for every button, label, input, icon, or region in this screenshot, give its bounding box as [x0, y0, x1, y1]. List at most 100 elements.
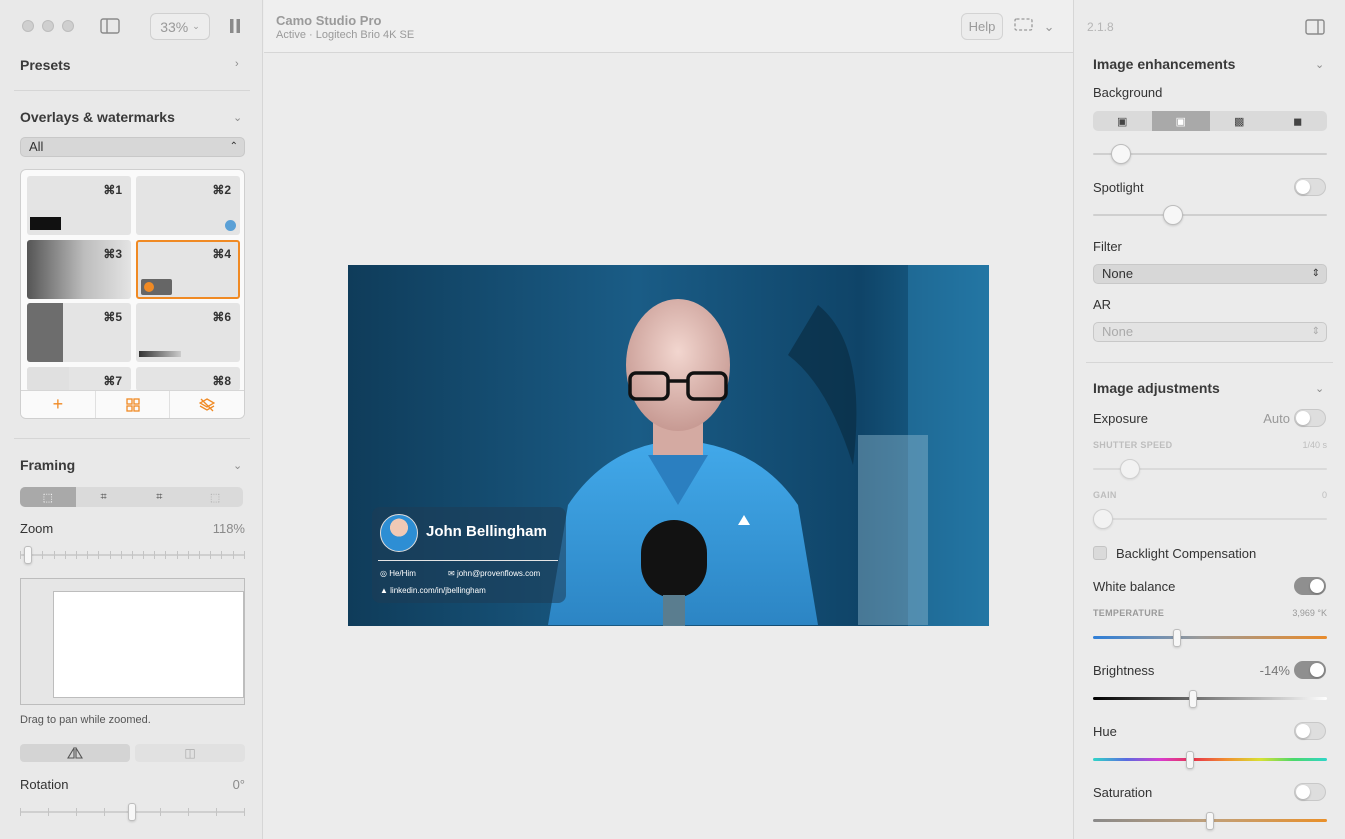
hue-label: Hue	[1093, 724, 1117, 739]
overlay-shortcut: ⌘7	[103, 374, 122, 388]
chevron-right-icon[interactable]: ›	[235, 58, 239, 70]
zoom-window-button[interactable]	[62, 20, 74, 32]
slider-thumb[interactable]	[1111, 144, 1131, 164]
filter-select[interactable]: None ⇕	[1093, 264, 1327, 284]
background-off-button[interactable]: ▣	[1093, 111, 1152, 131]
slider-thumb[interactable]	[1120, 459, 1140, 479]
device-status: Active · Logitech Brio 4K SE	[276, 29, 415, 41]
divider	[1086, 362, 1333, 363]
pan-viewport[interactable]	[53, 591, 244, 698]
spotlight-toggle[interactable]	[1294, 178, 1326, 196]
background-noise-button[interactable]: ▩	[1210, 111, 1269, 131]
hue-slider[interactable]	[1093, 751, 1327, 769]
temperature-slider[interactable]	[1093, 629, 1327, 647]
close-window-button[interactable]	[22, 20, 34, 32]
grid-view-button[interactable]	[96, 391, 171, 418]
presets-title[interactable]: Presets	[20, 57, 71, 73]
shutter-speed-slider[interactable]	[1093, 459, 1327, 479]
filter-value: None	[1102, 266, 1134, 281]
chevron-down-icon[interactable]: ⌄	[233, 459, 242, 472]
pause-icon[interactable]	[229, 19, 241, 36]
background-intensity-slider[interactable]	[1093, 144, 1327, 164]
pan-area[interactable]	[20, 578, 245, 705]
framing-manual-button[interactable]: ⬚	[20, 487, 76, 507]
overlay-tile[interactable]: ⌘8	[136, 367, 240, 391]
chevron-down-icon[interactable]: ⌄	[233, 111, 242, 124]
background-replace-button[interactable]: ◼	[1269, 111, 1328, 131]
zoom-slider[interactable]	[20, 546, 245, 564]
zoom-level-select[interactable]: 33% ⌄	[150, 13, 210, 40]
white-balance-label: White balance	[1093, 579, 1176, 594]
framing-auto-button[interactable]: ⌗	[76, 487, 132, 507]
overlay-tile[interactable]: ⌘1	[27, 176, 131, 235]
ar-select[interactable]: None ⇕	[1093, 322, 1327, 342]
help-button[interactable]: Help	[961, 13, 1003, 40]
sidebar-toggle-icon[interactable]	[100, 18, 120, 37]
camera-preview[interactable]: John Bellingham ◎ He/Him ✉ john@provenfl…	[348, 265, 989, 626]
image-adjustments-title: Image adjustments	[1093, 380, 1220, 396]
slider-track	[1093, 636, 1327, 639]
spotlight-slider[interactable]	[1093, 205, 1327, 225]
slider-thumb[interactable]	[1206, 812, 1214, 830]
main-area: Camo Studio Pro Active · Logitech Brio 4…	[264, 0, 1073, 839]
plus-icon: +	[52, 394, 64, 414]
framing-center-button[interactable]: ⌗	[132, 487, 188, 507]
exposure-auto-toggle[interactable]	[1294, 409, 1326, 427]
avatar	[144, 282, 154, 292]
overlay-tile[interactable]: ⌘3	[27, 240, 131, 299]
slider-thumb[interactable]	[1186, 751, 1194, 769]
backlight-compensation-checkbox[interactable]	[1093, 546, 1107, 560]
hue-toggle[interactable]	[1294, 722, 1326, 740]
twitter-icon: ▲	[380, 586, 391, 595]
brightness-slider[interactable]	[1093, 690, 1327, 708]
overlay-filter-select[interactable]: All ⌃	[20, 137, 245, 157]
shutter-speed-value: 1/40 s	[1302, 440, 1327, 450]
overlay-tile[interactable]: ⌘5	[27, 303, 131, 362]
rotation-slider[interactable]	[20, 803, 245, 821]
slider-thumb[interactable]	[1189, 690, 1197, 708]
overlay-tile[interactable]: ⌘6	[136, 303, 240, 362]
divider	[378, 560, 558, 561]
layers-off-icon	[199, 397, 216, 411]
slider-thumb[interactable]	[128, 803, 136, 821]
portrait-icon: ▣	[1117, 115, 1128, 128]
updown-chevron-icon: ⇕	[1311, 268, 1320, 279]
overlay-shortcut: ⌘8	[212, 374, 231, 388]
divider	[14, 438, 250, 439]
chevron-down-icon[interactable]: ⌄	[1315, 382, 1324, 395]
saturation-slider[interactable]	[1093, 812, 1327, 830]
hide-overlays-button[interactable]	[170, 391, 244, 418]
slider-thumb[interactable]	[1173, 629, 1181, 647]
background-blur-button[interactable]: ▣	[1151, 111, 1210, 131]
minimize-window-button[interactable]	[42, 20, 54, 32]
slider-thumb[interactable]	[1163, 205, 1183, 225]
spotlight-label: Spotlight	[1093, 180, 1144, 195]
slider-track	[1093, 697, 1327, 700]
overlay-tile-selected[interactable]: ⌘4	[136, 240, 240, 299]
gain-slider[interactable]	[1093, 509, 1327, 529]
mirror-icon	[67, 747, 83, 759]
slider-track	[1093, 214, 1327, 216]
saturation-toggle[interactable]	[1294, 783, 1326, 801]
brightness-toggle[interactable]	[1294, 661, 1326, 679]
updown-chevron-icon: ⌃	[229, 141, 238, 152]
chevron-down-icon[interactable]: ⌄	[1315, 58, 1324, 71]
zoom-label: Zoom	[20, 521, 54, 536]
add-overlay-button[interactable]: +	[21, 391, 96, 418]
slider-thumb[interactable]	[1093, 509, 1113, 529]
white-balance-toggle[interactable]	[1294, 577, 1326, 595]
portrait-dots-icon: ▩	[1234, 115, 1245, 128]
overlay-tile[interactable]: ⌘2	[136, 176, 240, 235]
overlay-thumbnail	[139, 351, 181, 357]
inspector-toggle-icon[interactable]	[1305, 19, 1325, 38]
portrait-blur-icon: ▣	[1175, 115, 1186, 128]
mirror-button[interactable]	[20, 744, 130, 762]
output-size-button[interactable]: ⌄	[1014, 17, 1055, 35]
capture-button[interactable]: ◫	[135, 744, 245, 762]
slider-thumb[interactable]	[24, 546, 32, 564]
background-label: Background	[1093, 85, 1163, 100]
overlay-thumbnail	[27, 367, 69, 391]
overlay-tile[interactable]: ⌘7	[27, 367, 131, 391]
framing-disabled-button[interactable]: ⬚	[187, 487, 243, 507]
pointer-frame-icon: ⬚	[42, 491, 54, 504]
